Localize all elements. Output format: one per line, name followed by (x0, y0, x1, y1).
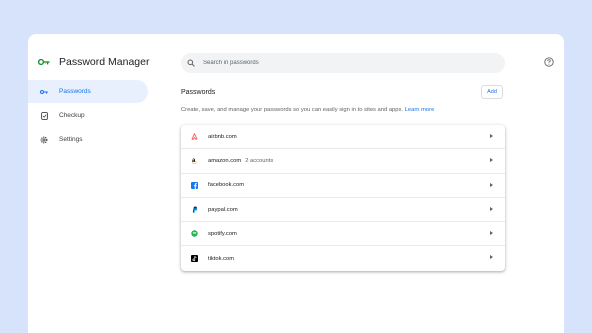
list-item-paypal[interactable]: paypal.com (181, 198, 505, 223)
spotify-icon (191, 230, 198, 238)
list-item-amazon[interactable]: a amazon.com 2 accounts (181, 149, 505, 174)
sidebar-item-label: Passwords (59, 88, 91, 95)
section-description: Create, save, and manage your passwords … (181, 107, 434, 113)
search-icon (187, 59, 195, 67)
facebook-icon (191, 181, 198, 189)
shield-check-icon (40, 111, 48, 120)
sidebar-item-label: Checkup (59, 112, 85, 119)
password-manager-window: Password Manager Passwords Checkup Setti… (28, 34, 564, 333)
site-name: facebook.com (208, 182, 245, 189)
search-bar[interactable] (181, 53, 505, 73)
app-brand: Password Manager (38, 56, 149, 68)
site-name: airbnb.com (208, 133, 237, 140)
list-item-spotify[interactable]: spotify.com (181, 222, 505, 247)
help-icon[interactable] (544, 57, 554, 67)
airbnb-icon (191, 133, 198, 140)
site-name: amazon.com (208, 157, 242, 164)
key-logo-icon (38, 58, 50, 66)
sidebar-item-settings[interactable]: Settings (28, 128, 148, 151)
sidebar-nav: Passwords Checkup Settings (28, 80, 148, 152)
add-password-button[interactable]: Add (481, 85, 503, 99)
site-name: paypal.com (208, 206, 238, 213)
paypal-icon (191, 206, 198, 213)
search-input[interactable] (203, 60, 483, 66)
key-icon (40, 88, 48, 96)
sidebar-item-passwords[interactable]: Passwords (28, 80, 148, 103)
sidebar-item-label: Settings (59, 136, 83, 143)
sidebar: Password Manager Passwords Checkup Setti… (28, 34, 152, 333)
description-text: Create, save, and manage your passwords … (181, 107, 404, 113)
list-item-facebook[interactable]: facebook.com (181, 174, 505, 198)
chevron-right-icon (490, 182, 493, 187)
chevron-right-icon (490, 255, 493, 260)
chevron-right-icon (490, 206, 493, 211)
list-item-airbnb[interactable]: airbnb.com (181, 125, 505, 150)
site-name: tiktok.com (208, 255, 235, 262)
chevron-right-icon (490, 231, 493, 236)
gear-icon (40, 136, 48, 144)
chevron-right-icon (490, 134, 493, 138)
list-item-tiktok[interactable]: tiktok.com (181, 246, 505, 270)
site-name: spotify.com (208, 230, 237, 237)
chevron-right-icon (490, 158, 493, 163)
tiktok-icon (191, 255, 198, 263)
sidebar-item-checkup[interactable]: Checkup (28, 104, 148, 127)
account-count: 2 accounts (245, 157, 274, 164)
app-title: Password Manager (59, 56, 150, 68)
amazon-icon: a (191, 157, 198, 164)
learn-more-link[interactable]: Learn more (405, 107, 435, 113)
password-list: airbnb.com a amazon.com 2 accounts faceb… (181, 125, 505, 271)
section-title: Passwords (181, 89, 216, 96)
